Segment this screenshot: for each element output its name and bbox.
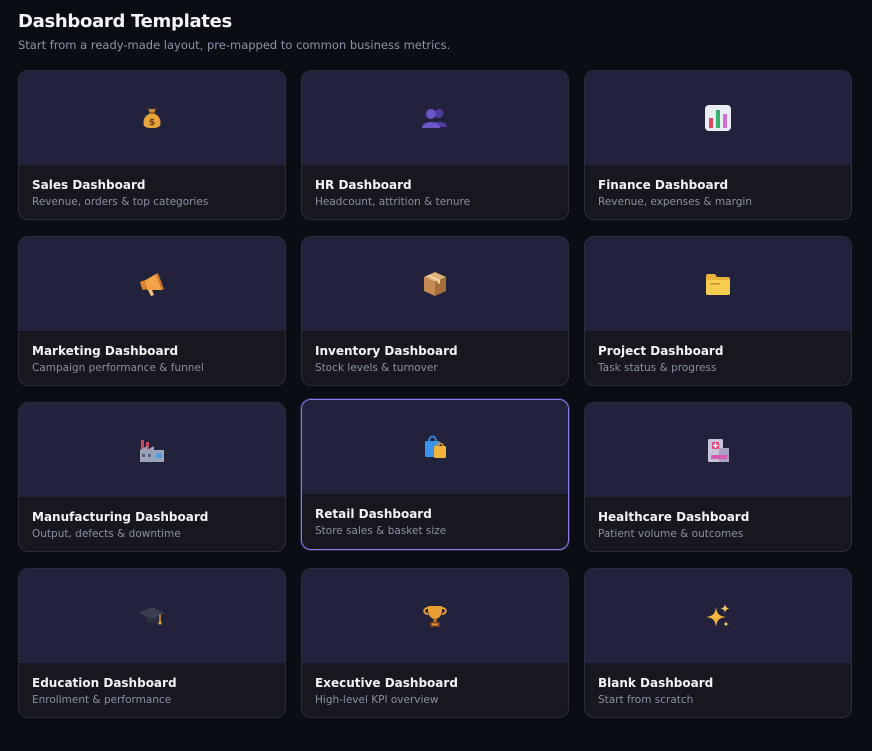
template-card-finance[interactable]: Finance Dashboard Revenue, expenses & ma… [584,70,852,220]
card-title: Executive Dashboard [315,676,458,690]
template-card-education[interactable]: Education Dashboard Enrollment & perform… [18,568,286,718]
template-card-sales[interactable]: $ Sales Dashboard Revenue, orders & top … [18,70,286,220]
hospital-icon [705,436,731,464]
card-thumbnail [585,403,851,497]
card-thumbnail: $ [19,71,285,165]
trophy-icon [421,602,449,630]
megaphone-icon [138,270,166,298]
card-title: Marketing Dashboard [32,344,179,358]
card-thumbnail [302,400,568,494]
shopping-bags-icon [421,433,449,461]
people-icon [421,105,449,131]
card-thumbnail [19,237,285,331]
card-title: Education Dashboard [32,676,177,690]
card-title: Finance Dashboard [598,178,729,192]
card-description: Campaign performance & funnel [32,362,204,374]
card-title: Sales Dashboard [32,178,146,192]
sparkles-icon [704,602,732,630]
template-card-healthcare[interactable]: Healthcare Dashboard Patient volume & ou… [584,402,852,552]
folder-icon [704,271,732,297]
template-card-executive[interactable]: Executive Dashboard High-level KPI overv… [301,568,569,718]
card-description: Store sales & basket size [315,525,447,537]
package-icon [422,270,448,298]
dashboard-templates-page: Dashboard Templates Start from a ready-m… [0,0,872,751]
money-bag-icon: $ [139,105,165,131]
page-title: Dashboard Templates [18,11,232,32]
card-description: Stock levels & turnover [315,362,438,374]
card-title: Retail Dashboard [315,507,432,521]
card-thumbnail [585,71,851,165]
card-thumbnail [585,569,851,663]
graduation-cap-icon [138,602,166,630]
template-card-hr[interactable]: HR Dashboard Headcount, attrition & tenu… [301,70,569,220]
card-description: Start from scratch [598,694,694,706]
card-thumbnail [302,71,568,165]
card-title: HR Dashboard [315,178,412,192]
template-card-inventory[interactable]: Inventory Dashboard Stock levels & turno… [301,236,569,386]
card-thumbnail [19,569,285,663]
card-description: High-level KPI overview [315,694,439,706]
card-description: Enrollment & performance [32,694,172,706]
template-card-blank[interactable]: Blank Dashboard Start from scratch [584,568,852,718]
card-title: Blank Dashboard [598,676,714,690]
template-card-marketing[interactable]: Marketing Dashboard Campaign performance… [18,236,286,386]
card-thumbnail [302,569,568,663]
page-subtitle: Start from a ready-made layout, pre-mapp… [18,38,451,52]
card-description: Revenue, orders & top categories [32,196,209,208]
template-card-project[interactable]: Project Dashboard Task status & progress [584,236,852,386]
template-card-manufacturing[interactable]: Manufacturing Dashboard Output, defects … [18,402,286,552]
card-description: Output, defects & downtime [32,528,181,540]
card-thumbnail [585,237,851,331]
card-title: Inventory Dashboard [315,344,458,358]
card-description: Task status & progress [598,362,717,374]
card-description: Headcount, attrition & tenure [315,196,471,208]
card-description: Patient volume & outcomes [598,528,744,540]
card-title: Project Dashboard [598,344,724,358]
card-description: Revenue, expenses & margin [598,196,752,208]
svg-text:$: $ [149,118,155,128]
factory-icon [138,436,166,464]
card-thumbnail [19,403,285,497]
card-thumbnail [302,237,568,331]
bar-chart-icon [704,104,732,132]
template-grid: $ Sales Dashboard Revenue, orders & top … [18,70,852,718]
card-title: Manufacturing Dashboard [32,510,209,524]
template-card-retail[interactable]: Retail Dashboard Store sales & basket si… [301,399,569,550]
card-title: Healthcare Dashboard [598,510,750,524]
